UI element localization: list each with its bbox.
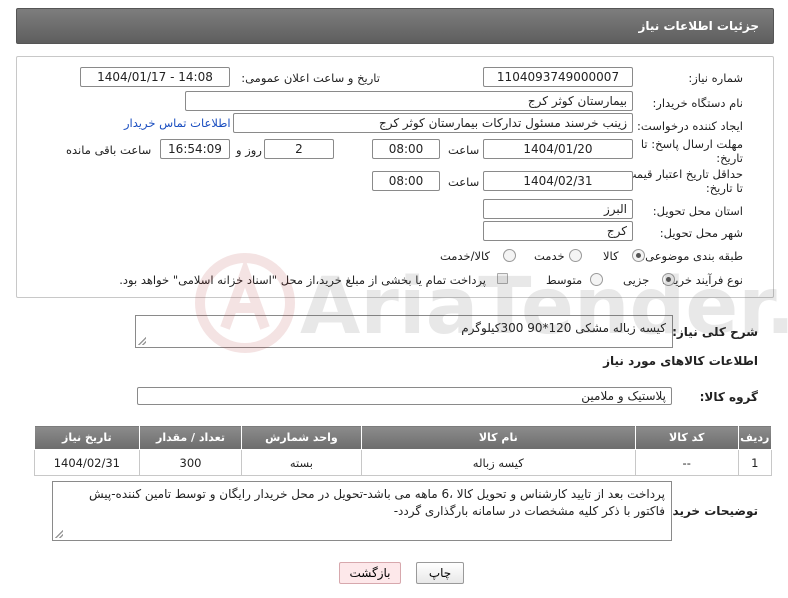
reply-deadline-date-field: 1404/01/20	[483, 139, 633, 159]
goods-group-field: پلاستیک و ملامین	[137, 387, 672, 405]
treasury-note: پرداخت تمام یا بخشی از مبلغ خرید،از محل …	[119, 273, 486, 287]
buyer-contact-link[interactable]: اطلاعات تماس خریدار	[124, 116, 231, 130]
resize-grip-icon[interactable]	[138, 337, 146, 345]
remaining-time-field: 16:54:09	[160, 139, 230, 159]
delivery-city-field: کرج	[483, 221, 633, 241]
delivery-city-label: شهر محل تحویل:	[659, 226, 743, 240]
goods-section-title: اطلاعات کالاهای مورد نیاز	[603, 354, 758, 368]
price-validity-time-field: 08:00	[372, 171, 440, 191]
need-summary-label: شرح کلی نیاز:	[672, 325, 758, 339]
buyer-org-field: بیمارستان کوثر کرج	[185, 91, 633, 111]
buyer-org-label: نام دستگاه خریدار:	[652, 96, 743, 110]
col-header-date: تاریخ نیاز	[34, 425, 140, 450]
need-summary-textarea: کیسه زباله مشکی 120*90 300کیلوگرم	[135, 315, 673, 348]
table-header-row: ردیف کد کالا نام کالا واحد شمارش تعداد /…	[34, 425, 772, 450]
purchase-option-minor: جزیی	[623, 273, 650, 287]
category-option-goods: کالا	[603, 249, 619, 263]
need-summary-text: کیسه زباله مشکی 120*90 300کیلوگرم	[461, 321, 666, 335]
reply-deadline-time-field: 08:00	[372, 139, 440, 159]
cell-name: کیسه زباله	[360, 449, 636, 476]
col-header-code: کد کالا	[634, 425, 739, 450]
purchase-radio-minor[interactable]	[662, 273, 675, 286]
page-title: جزئیات اطلاعات نیاز	[638, 19, 759, 33]
cell-date: 1404/02/31	[34, 449, 140, 476]
category-option-goods-service: کالا/خدمت	[440, 249, 491, 263]
requester-label: ایجاد کننده درخواست:	[637, 119, 743, 133]
category-option-service: خدمت	[534, 249, 565, 263]
table-row: 1 -- کیسه زباله بسته 300 1404/02/31	[34, 449, 772, 476]
remaining-days-field: 2	[264, 139, 334, 159]
category-radio-goods[interactable]	[632, 249, 645, 262]
cell-unit: بسته	[241, 449, 362, 476]
cell-code: --	[634, 449, 739, 476]
col-header-unit: واحد شمارش	[241, 425, 362, 450]
page-header: جزئیات اطلاعات نیاز	[16, 8, 774, 44]
buyer-notes-text: پرداخت بعد از تایید کارشناس و تحویل کالا…	[88, 487, 665, 518]
days-label: روز و	[236, 143, 262, 157]
purchase-option-medium: متوسط	[546, 273, 583, 287]
reply-deadline-label: مهلت ارسال پاسخ: تا تاریخ:	[640, 137, 743, 165]
goods-group-label: گروه کالا:	[699, 390, 758, 404]
cell-row: 1	[737, 449, 772, 476]
treasury-checkbox[interactable]	[497, 273, 508, 284]
col-header-row: ردیف	[737, 425, 772, 450]
buyer-notes-textarea: پرداخت بعد از تایید کارشناس و تحویل کالا…	[52, 481, 672, 541]
need-number-field: 1104093749000007	[483, 67, 633, 87]
reply-deadline-time-label: ساعت	[448, 143, 480, 157]
remaining-time-label: ساعت باقی مانده	[66, 143, 152, 157]
price-validity-time-label: ساعت	[448, 175, 480, 189]
announce-datetime-label: تاریخ و ساعت اعلان عمومی:	[241, 71, 380, 85]
back-button[interactable]: بازگشت	[339, 562, 401, 584]
price-validity-date-field: 1404/02/31	[483, 171, 633, 191]
delivery-province-label: استان محل تحویل:	[652, 204, 743, 218]
col-header-name: نام کالا	[360, 425, 636, 450]
cell-quantity: 300	[138, 449, 243, 476]
goods-table: ردیف کد کالا نام کالا واحد شمارش تعداد /…	[34, 425, 772, 476]
category-radio-goods-service[interactable]	[503, 249, 516, 262]
announce-datetime-field: 1404/01/17 - 14:08	[80, 67, 230, 87]
category-radio-service[interactable]	[569, 249, 582, 262]
requester-field: زینب خرسند مسئول تدارکات بیمارستان کوثر …	[233, 113, 633, 133]
need-number-label: شماره نیاز:	[688, 71, 743, 85]
category-label: طبقه بندی موضوعی:	[641, 249, 743, 263]
print-button[interactable]: چاپ	[416, 562, 464, 584]
purchase-radio-medium[interactable]	[590, 273, 603, 286]
resize-grip-icon[interactable]	[55, 530, 63, 538]
delivery-province-field: البرز	[483, 199, 633, 219]
col-header-quantity: تعداد / مقدار	[138, 425, 243, 450]
